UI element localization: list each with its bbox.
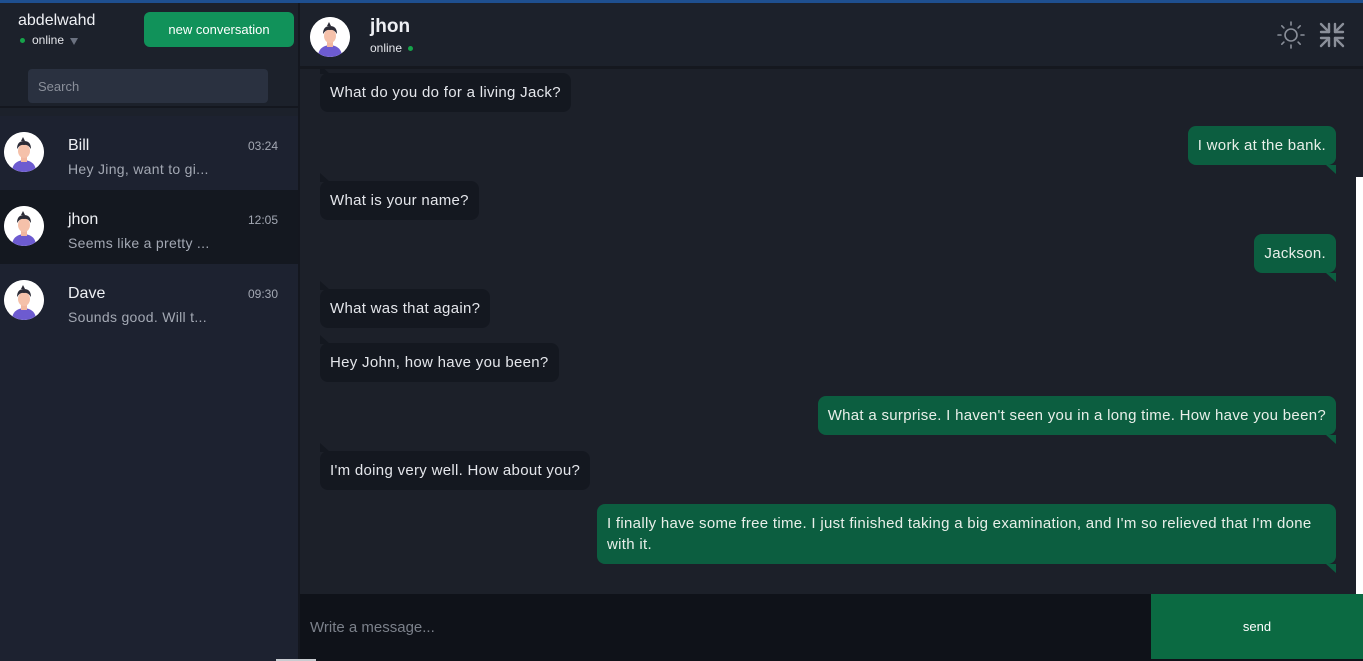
conversation-preview: Hey Jing, want to gi... xyxy=(68,161,209,177)
user-status-dropdown[interactable]: online xyxy=(20,33,79,47)
conversation-time: 03:24 xyxy=(248,139,279,153)
outgoing-message: I work at the bank. xyxy=(1187,126,1337,174)
conversation-name: Bill xyxy=(68,137,90,154)
new-conversation-button[interactable]: new conversation xyxy=(144,12,294,47)
avatar xyxy=(310,17,350,57)
avatar xyxy=(4,206,44,246)
incoming-message: What is your name? xyxy=(320,173,479,220)
caret-down-icon[interactable] xyxy=(70,37,79,45)
collapse-button[interactable] xyxy=(1317,20,1347,50)
conversation-time: 12:05 xyxy=(248,213,279,227)
conversation-list: Bill 03:24 Hey Jing, want to gi... jhon … xyxy=(0,116,298,338)
online-dot-icon xyxy=(20,37,25,43)
conversation-item-jhon[interactable]: jhon 12:05 Seems like a pretty ... xyxy=(0,190,298,264)
incoming-message: Hey John, how have you been? xyxy=(320,335,559,382)
sidebar-header: abdelwahd online new conversation xyxy=(0,3,298,108)
outgoing-message: Jackson. xyxy=(1254,234,1336,282)
conversation-item-dave[interactable]: Dave 09:30 Sounds good. Will t... xyxy=(0,264,298,338)
compress-icon xyxy=(1319,22,1345,48)
incoming-message: I'm doing very well. How about you? xyxy=(320,443,591,490)
composer: send xyxy=(300,594,1363,661)
scrollbar[interactable] xyxy=(1356,177,1363,594)
chat-header: jhon online xyxy=(300,3,1363,69)
incoming-message: What do you do for a living Jack? xyxy=(320,69,571,112)
conversation-preview: Sounds good. Will t... xyxy=(68,309,207,325)
chat-panel: jhon online What do you do for a living … xyxy=(300,3,1363,661)
conversation-preview: Seems like a pretty ... xyxy=(68,235,210,251)
outgoing-message: I finally have some free time. I just fi… xyxy=(597,504,1336,573)
message-input[interactable] xyxy=(300,594,1151,661)
sun-icon xyxy=(1277,21,1305,49)
avatar xyxy=(4,132,44,172)
theme-toggle-button[interactable] xyxy=(1276,20,1306,50)
avatar xyxy=(4,280,44,320)
current-user-name: abdelwahd xyxy=(18,12,96,29)
search-input[interactable] xyxy=(28,69,268,103)
outgoing-message: What a surprise. I haven't seen you in a… xyxy=(817,396,1337,444)
sidebar: abdelwahd online new conversation Bill 0… xyxy=(0,3,298,661)
chat-contact-name: jhon xyxy=(370,16,411,37)
chat-contact-status: online xyxy=(370,41,414,55)
send-button[interactable]: send xyxy=(1151,594,1363,659)
chat-status-label: online xyxy=(370,41,403,55)
online-dot-icon xyxy=(408,45,414,51)
sidebar-separator xyxy=(0,108,298,116)
conversation-name: Dave xyxy=(68,285,106,302)
conversation-name: jhon xyxy=(68,211,99,228)
incoming-message: What was that again? xyxy=(320,281,491,328)
message-list[interactable]: What do you do for a living Jack? I work… xyxy=(300,69,1363,594)
conversation-item-bill[interactable]: Bill 03:24 Hey Jing, want to gi... xyxy=(0,116,298,190)
user-status-label: online xyxy=(32,33,65,47)
conversation-time: 09:30 xyxy=(248,287,279,301)
